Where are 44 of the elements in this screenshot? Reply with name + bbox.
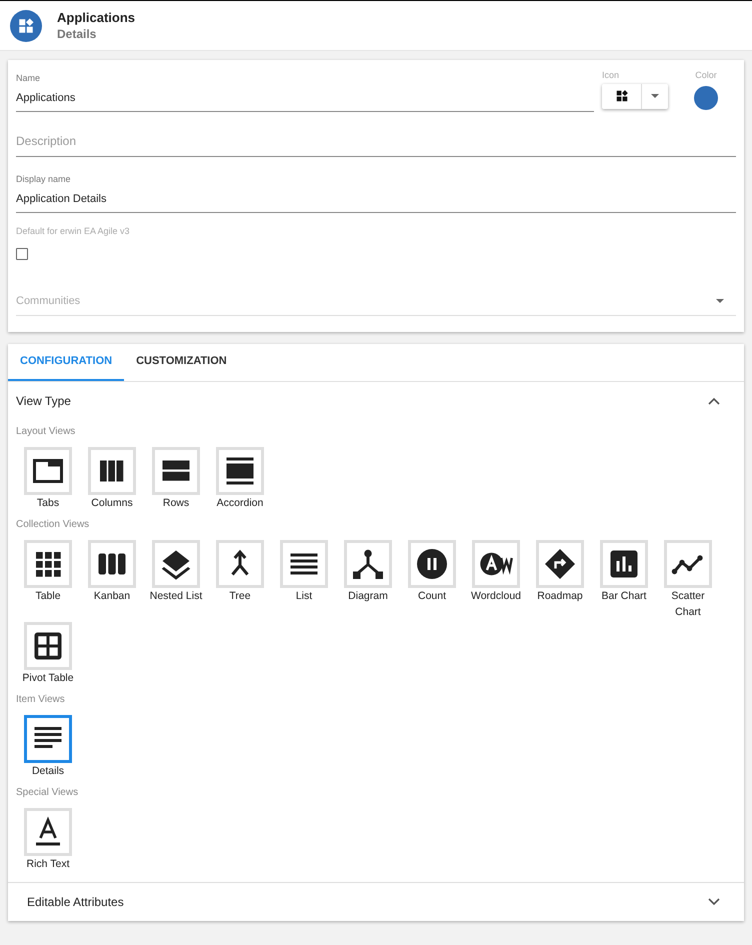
page-subtitle: Details — [57, 26, 98, 42]
display-name-field[interactable]: Display name Application Details — [16, 173, 736, 213]
pause-circle-icon — [414, 546, 450, 582]
view-type-label: Nested List — [148, 589, 204, 604]
apps-icon — [614, 89, 628, 103]
default-label: Default for erwin EA Agile v3 — [16, 225, 131, 238]
view-type-label: Bar Chart — [600, 589, 648, 604]
view-type-label: Kanban — [92, 589, 132, 604]
view-type-tile[interactable] — [24, 715, 72, 763]
group-title: Special Views — [16, 786, 80, 800]
view-type-label: Columns — [90, 496, 134, 511]
view-type-label: Roadmap — [536, 589, 584, 604]
dropdown-arrow-icon — [651, 94, 659, 98]
chevron-down-icon[interactable] — [708, 898, 720, 906]
view-type-label: Rows — [162, 496, 190, 511]
tab[interactable]: CUSTOMIZATION — [124, 344, 239, 381]
group-title: Collection Views — [16, 518, 90, 532]
view-type-label: Diagram — [347, 589, 389, 604]
view-type-label: Details — [30, 764, 66, 779]
name-field[interactable]: Name Applications — [16, 72, 594, 112]
page-title: Applications — [57, 10, 136, 26]
view-type-label: Wordcloud — [470, 589, 522, 604]
view-type-label: Tabs — [36, 496, 60, 511]
view-type-label: Rich Text — [26, 857, 70, 872]
chevron-up-icon[interactable] — [708, 397, 720, 405]
view-type-label: Accordion — [216, 496, 264, 511]
default-checkbox[interactable] — [16, 248, 28, 260]
group-title: Item Views — [16, 693, 66, 707]
view-type-label: List — [294, 589, 314, 604]
view-type-label: Tree — [228, 589, 252, 604]
icon-label: Icon — [602, 69, 620, 82]
dropdown-arrow-icon — [716, 298, 724, 303]
view-type-label: Pivot Table — [21, 671, 75, 686]
apps-icon — [17, 16, 35, 34]
view-type-header[interactable]: View Type — [8, 382, 744, 420]
tab[interactable]: CONFIGURATION — [8, 344, 124, 381]
view-type-label: Scatter Chart — [670, 589, 706, 620]
group-title: Layout Views — [16, 425, 76, 439]
view-type-label: Table — [34, 589, 62, 604]
editable-attributes-header[interactable]: Editable Attributes — [8, 882, 744, 921]
color-swatch[interactable] — [694, 86, 718, 110]
color-label: Color — [695, 69, 717, 82]
icon-picker[interactable] — [602, 84, 668, 108]
view-type-label: Count — [416, 589, 448, 604]
